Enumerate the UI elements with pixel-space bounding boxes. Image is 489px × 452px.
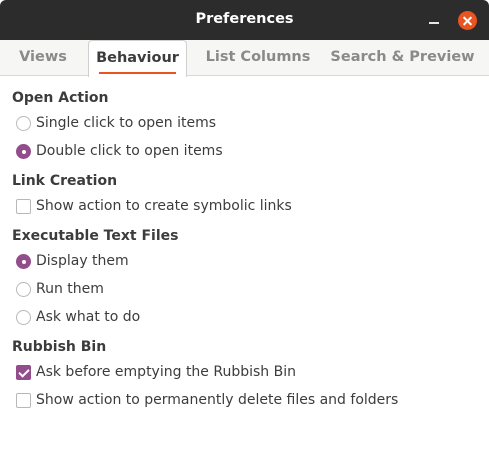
tab-list-columns[interactable]: List Columns xyxy=(196,40,320,76)
title-bar[interactable]: Preferences xyxy=(0,0,489,40)
radio-indicator[interactable] xyxy=(16,116,31,131)
symbolic-links-label: Show action to create symbolic links xyxy=(36,198,292,214)
tab-bar: Views Behaviour List Columns Search & Pr… xyxy=(0,40,489,77)
ask-before-emptying-label: Ask before emptying the Rubbish Bin xyxy=(36,364,296,380)
link-creation-heading: Link Creation xyxy=(12,173,118,189)
preferences-window: Preferences Views Behaviour List Columns… xyxy=(0,0,489,452)
active-tab-indicator xyxy=(99,72,176,74)
run-them-label: Run them xyxy=(36,281,104,297)
tab-behaviour[interactable]: Behaviour xyxy=(88,40,187,77)
open-action-heading: Open Action xyxy=(12,90,109,106)
double-click-label: Double click to open items xyxy=(36,143,223,159)
radio-indicator-selected[interactable] xyxy=(16,144,31,159)
window-title: Preferences xyxy=(195,11,294,27)
radio-indicator[interactable] xyxy=(16,310,31,325)
tab-behaviour-label: Behaviour xyxy=(96,50,179,66)
rubbish-bin-heading: Rubbish Bin xyxy=(12,339,107,355)
tab-views[interactable]: Views xyxy=(4,40,82,76)
minimize-icon[interactable] xyxy=(426,11,442,29)
checkbox-indicator-checked[interactable] xyxy=(16,365,31,380)
checkbox-indicator[interactable] xyxy=(16,199,31,214)
radio-indicator-selected[interactable] xyxy=(16,254,31,269)
radio-indicator[interactable] xyxy=(16,282,31,297)
permanent-delete-label: Show action to permanently delete files … xyxy=(36,392,399,408)
executable-text-files-heading: Executable Text Files xyxy=(12,228,179,244)
close-icon[interactable] xyxy=(458,11,477,30)
checkbox-indicator[interactable] xyxy=(16,393,31,408)
single-click-label: Single click to open items xyxy=(36,115,217,131)
tab-search-preview[interactable]: Search & Preview xyxy=(330,40,475,76)
ask-what-to-do-label: Ask what to do xyxy=(36,309,141,325)
display-them-label: Display them xyxy=(36,253,129,269)
